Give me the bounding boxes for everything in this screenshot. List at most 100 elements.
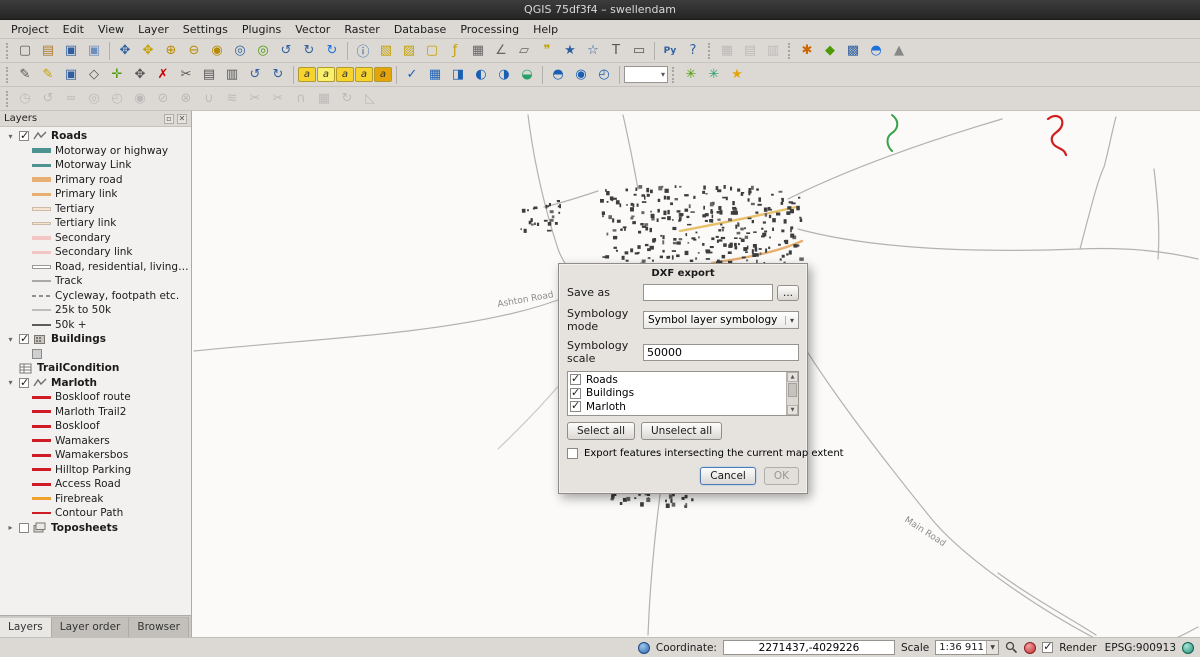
clip-icon[interactable]: ◓ — [547, 64, 569, 85]
georeferencer-icon[interactable]: ◆ — [819, 40, 841, 61]
layer-item-buildings[interactable]: ▾Buildings — [0, 332, 191, 347]
new-project-icon[interactable]: ▢ — [14, 40, 36, 61]
unselect-all-button[interactable]: Unselect all — [641, 422, 722, 440]
expander-icon[interactable]: ▾ — [6, 335, 15, 344]
interpolation-icon[interactable]: ◓ — [865, 40, 887, 61]
python-console-icon[interactable]: Py — [659, 40, 681, 61]
scale-select[interactable]: 1:36 911 ▼ — [935, 640, 999, 655]
copy-features-icon[interactable]: ▤ — [198, 64, 220, 85]
save-layer-edits-icon[interactable]: ▣ — [60, 64, 82, 85]
vector-analysis-icon[interactable]: ▦ — [424, 64, 446, 85]
coordinate-input[interactable] — [723, 640, 895, 655]
dxf-layer-roads[interactable]: Roads — [570, 373, 784, 387]
toolbar-grip[interactable] — [672, 67, 676, 83]
paste-features-icon[interactable]: ▥ — [221, 64, 243, 85]
layer-checkbox[interactable] — [19, 523, 29, 533]
symbology-item-cycleway-footpath-etc[interactable]: Cycleway, footpath etc. — [0, 289, 191, 304]
layer-checkbox[interactable] — [19, 334, 29, 344]
symbology-item-50k[interactable]: 50k + — [0, 318, 191, 333]
new-bookmark-icon[interactable]: ★ — [559, 40, 581, 61]
expander-icon[interactable]: ▾ — [6, 378, 15, 387]
zoom-out-icon[interactable]: ⊖ — [183, 40, 205, 61]
zoom-next-icon[interactable]: ↻ — [298, 40, 320, 61]
label-properties-icon[interactable]: a — [374, 67, 392, 82]
menu-settings[interactable]: Settings — [176, 20, 235, 38]
scrollbar-thumb[interactable] — [788, 383, 797, 397]
label-pin-icon[interactable]: a — [298, 67, 316, 82]
scroll-down-icon[interactable]: ▼ — [787, 405, 798, 415]
messages-icon[interactable] — [1182, 642, 1194, 654]
grass-open-icon[interactable]: ✳ — [680, 64, 702, 85]
save-project-as-icon[interactable]: ▣ — [83, 40, 105, 61]
dxf-layer-marloth[interactable]: Marloth — [570, 400, 784, 414]
layer-item-roads[interactable]: ▾Roads — [0, 129, 191, 144]
layer-item-trailcondition[interactable]: TrailCondition — [0, 361, 191, 376]
select-rectangle-icon[interactable]: ▧ — [375, 40, 397, 61]
menu-help[interactable]: Help — [526, 20, 565, 38]
scroll-up-icon[interactable]: ▲ — [787, 372, 798, 382]
terrain-analysis-icon[interactable]: ▲ — [888, 40, 910, 61]
menu-processing[interactable]: Processing — [453, 20, 526, 38]
map-tips-icon[interactable]: ❞ — [536, 40, 558, 61]
zoom-to-layer-icon[interactable]: ◎ — [252, 40, 274, 61]
tab-layers[interactable]: Layers — [0, 617, 52, 637]
browse-button[interactable]: ... — [777, 285, 799, 301]
symbology-item-item[interactable] — [0, 347, 191, 362]
pan-map-icon[interactable]: ✥ — [114, 40, 136, 61]
symbology-item-wamakersbos[interactable]: Wamakersbos — [0, 448, 191, 463]
coordinate-capture-icon[interactable] — [638, 642, 650, 654]
magnifier-icon[interactable] — [1005, 641, 1018, 654]
toolbar-grip[interactable] — [6, 91, 10, 107]
scrollbar[interactable]: ▲ ▼ — [786, 372, 798, 415]
toolbar-grip[interactable] — [6, 43, 10, 59]
toolbar-combo[interactable]: ▾ — [624, 66, 668, 83]
toolbar-grip[interactable] — [6, 67, 10, 83]
intersect-icon[interactable]: ◴ — [593, 64, 615, 85]
select-all-button[interactable]: Select all — [567, 422, 635, 440]
label-highlight-icon[interactable]: a — [317, 67, 335, 82]
zoom-full-icon[interactable]: ◉ — [206, 40, 228, 61]
float-panel-icon[interactable]: ▫ — [164, 114, 174, 124]
attribute-table-icon[interactable]: ▦ — [467, 40, 489, 61]
layer-checkbox[interactable] — [19, 378, 29, 388]
zoom-last-icon[interactable]: ↺ — [275, 40, 297, 61]
map-canvas[interactable]: Ashton RoadMain Road DXF export Save as … — [192, 111, 1200, 637]
layer-checkbox[interactable] — [570, 374, 581, 385]
menu-layer[interactable]: Layer — [131, 20, 176, 38]
form-annotation-icon[interactable]: ▭ — [628, 40, 650, 61]
delete-selected-icon[interactable]: ✗ — [152, 64, 174, 85]
symbology-mode-select[interactable]: Symbol layer symbology ▾ — [643, 311, 799, 329]
symbology-item-firebreak[interactable]: Firebreak — [0, 492, 191, 507]
check-geometry-icon[interactable]: ✓ — [401, 64, 423, 85]
zoom-in-icon[interactable]: ⊕ — [160, 40, 182, 61]
symbology-item-tertiary[interactable]: Tertiary — [0, 202, 191, 217]
measure-area-icon[interactable]: ▱ — [513, 40, 535, 61]
measure-line-icon[interactable]: ∠ — [490, 40, 512, 61]
tab-layer-order[interactable]: Layer order — [52, 617, 130, 637]
layer-checkbox[interactable] — [570, 401, 581, 412]
show-bookmarks-icon[interactable]: ☆ — [582, 40, 604, 61]
menu-database[interactable]: Database — [387, 20, 454, 38]
label-move-icon[interactable]: a — [336, 67, 354, 82]
menu-view[interactable]: View — [91, 20, 131, 38]
symbology-item-boskloof-route[interactable]: Boskloof route — [0, 390, 191, 405]
toolbar-grip[interactable] — [788, 43, 792, 59]
symbology-scale-input[interactable] — [643, 344, 799, 361]
expander-icon[interactable]: ▾ — [6, 132, 15, 141]
add-feature-icon[interactable]: ✛ — [106, 64, 128, 85]
symbology-item-secondary[interactable]: Secondary — [0, 231, 191, 246]
move-feature-icon[interactable]: ✥ — [129, 64, 151, 85]
menu-edit[interactable]: Edit — [56, 20, 91, 38]
text-annotation-icon[interactable]: T — [605, 40, 627, 61]
select-by-expression-icon[interactable]: ƒ — [444, 40, 466, 61]
symbology-item-wamakers[interactable]: Wamakers — [0, 434, 191, 449]
toolbar-grip[interactable] — [708, 43, 712, 59]
redo-icon[interactable]: ↻ — [267, 64, 289, 85]
raster-calculator-icon[interactable]: ▩ — [842, 40, 864, 61]
symbology-item-primary-road[interactable]: Primary road — [0, 173, 191, 188]
symbology-item-access-road[interactable]: Access Road — [0, 477, 191, 492]
current-edits-icon[interactable]: ✎ — [14, 64, 36, 85]
vector-geometry-icon[interactable]: ◑ — [493, 64, 515, 85]
layer-item-toposheets[interactable]: ▸Toposheets — [0, 521, 191, 536]
menu-plugins[interactable]: Plugins — [235, 20, 288, 38]
